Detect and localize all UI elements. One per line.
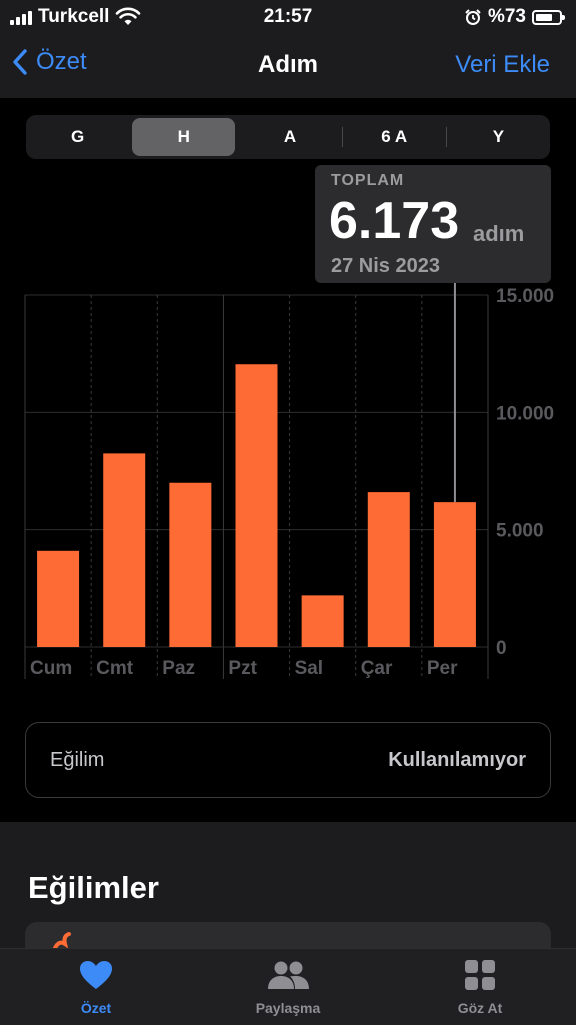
battery-percent: %73 <box>487 6 526 27</box>
x-tick-label: Paz <box>162 658 195 679</box>
segment-week[interactable]: H <box>132 118 236 156</box>
tab-summary-label: Özet <box>80 1000 112 1016</box>
x-tick-label: Çar <box>361 658 393 679</box>
y-tick-label: 10.000 <box>496 403 554 424</box>
bar-pzt <box>235 364 278 647</box>
y-tick-label: 15.000 <box>496 286 554 307</box>
x-tick-label: Sal <box>295 658 324 679</box>
bar-sal <box>301 595 344 647</box>
y-tick-label: 0 <box>496 638 507 659</box>
status-bar: Turkcell 21:57 %73 <box>0 0 576 34</box>
battery-fill <box>536 13 552 21</box>
tab-sharing[interactable]: Paylaşma <box>213 959 363 1016</box>
selection-callout: TOPLAM 6.173 adım 27 Nis 2023 <box>315 165 551 283</box>
callout-unit: adım <box>473 221 525 246</box>
people-icon <box>268 961 309 989</box>
callout-date: 27 Nis 2023 <box>331 255 440 277</box>
heart-icon <box>80 961 112 989</box>
time-range-segmented-control: G H A 6 A Y <box>26 115 550 159</box>
trend-label: Eğilim <box>50 749 105 771</box>
x-tick-label: Per <box>427 658 458 679</box>
grid-icon <box>465 960 495 990</box>
callout-label: TOPLAM <box>331 172 405 189</box>
segment-six-months[interactable]: 6 A <box>343 118 446 156</box>
section-title: Eğilimler <box>28 870 159 905</box>
navigation-bar: Özet Adım Veri Ekle <box>0 34 576 98</box>
add-data-button[interactable]: Veri Ekle <box>455 51 550 79</box>
bar-paz <box>169 482 212 647</box>
battery-icon <box>532 9 565 25</box>
tab-bar: Özet Paylaşma Göz At <box>0 948 576 1025</box>
segment-day[interactable]: G <box>26 118 129 156</box>
tab-sharing-label: Paylaşma <box>255 1000 321 1016</box>
status-right: %73 <box>464 6 565 28</box>
alarm-icon <box>465 9 481 25</box>
x-tick-label: Pzt <box>228 658 257 679</box>
x-tick-label: Cum <box>30 658 72 679</box>
segment-month[interactable]: A <box>238 118 341 156</box>
x-tick-label: Cmt <box>96 658 134 679</box>
tab-summary[interactable]: Özet <box>21 959 171 1016</box>
callout-value: 6.173 <box>329 192 460 250</box>
trend-value: Kullanılamıyor <box>388 749 526 771</box>
bar-çar <box>367 492 410 647</box>
segment-year[interactable]: Y <box>447 118 550 156</box>
bar-per <box>433 502 476 647</box>
tab-browse-label: Göz At <box>457 1000 503 1016</box>
bar-cmt <box>103 453 146 647</box>
trend-card[interactable]: Eğilim Kullanılamıyor <box>25 722 551 798</box>
bar-cum <box>37 550 80 647</box>
y-tick-label: 5.000 <box>496 521 544 542</box>
tab-browse[interactable]: Göz At <box>405 959 555 1016</box>
